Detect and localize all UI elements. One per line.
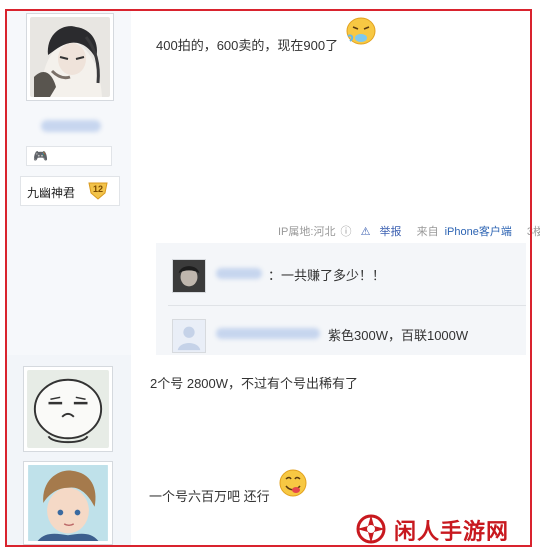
- highlight-frame: [5, 9, 532, 547]
